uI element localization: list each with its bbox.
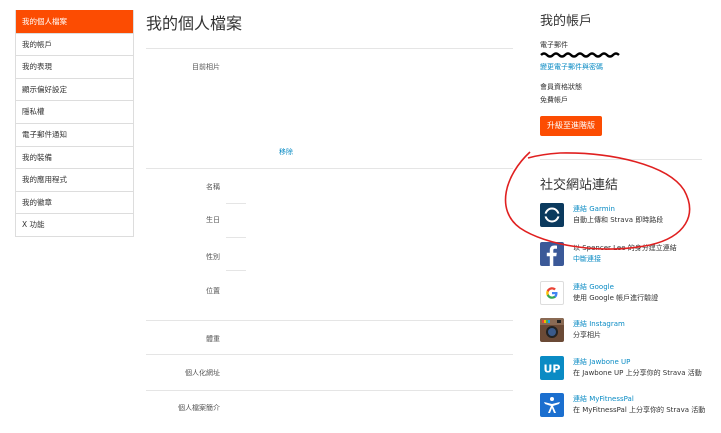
membership-value: 免費帳戶 bbox=[540, 96, 568, 104]
divider bbox=[146, 168, 513, 169]
divider bbox=[146, 320, 513, 321]
social-head[interactable]: 連結 Google bbox=[573, 282, 614, 292]
sidebar-item-apps[interactable]: 我的應用程式 bbox=[16, 168, 133, 191]
sidebar-item-badges[interactable]: 我的徽章 bbox=[16, 190, 133, 214]
social-head[interactable]: 連結 Instagram bbox=[573, 319, 625, 329]
social-connect-jawbone[interactable]: UP 連結 Jawbone UP 在 Jawbone UP 上分享你的 Stra… bbox=[540, 356, 720, 384]
upgrade-button[interactable]: 升級至進階版 bbox=[540, 116, 602, 136]
custom-url-label: 個人化網址 bbox=[185, 369, 220, 377]
gender-label: 性別 bbox=[206, 253, 220, 261]
change-email-password-link[interactable]: 變更電子郵件與密碼 bbox=[540, 62, 603, 72]
divider bbox=[226, 237, 246, 238]
sidebar-item-x-features[interactable]: X 功能 bbox=[16, 213, 133, 236]
sidebar-item-profile[interactable]: 我的個人檔案 bbox=[16, 10, 133, 33]
social-connect-google[interactable]: 連結 Google 使用 Google 帳戶進行驗證 bbox=[540, 281, 720, 309]
social-connect-myfitnesspal[interactable]: 連結 MyFitnessPal 在 MyFitnessPal 上分享你的 Str… bbox=[540, 393, 720, 421]
svg-text:UP: UP bbox=[544, 363, 561, 376]
social-head[interactable]: 連結 Jawbone UP bbox=[573, 357, 630, 367]
sidebar-item-gear[interactable]: 我的裝備 bbox=[16, 145, 133, 169]
social-desc: 分享相片 bbox=[573, 331, 601, 339]
disconnect-link[interactable]: 中斷連接 bbox=[573, 254, 601, 264]
sidebar-item-privacy[interactable]: 隱私權 bbox=[16, 100, 133, 123]
social-head[interactable]: 連結 Garmin bbox=[573, 204, 615, 214]
google-icon bbox=[540, 281, 564, 305]
social-connect-facebook[interactable]: 以 Spencer Lee 的身分建立連結 中斷連接 bbox=[540, 242, 720, 270]
sidebar-item-account[interactable]: 我的帳戶 bbox=[16, 32, 133, 56]
redacted-email bbox=[540, 52, 620, 58]
divider bbox=[226, 203, 246, 204]
instagram-icon bbox=[540, 318, 564, 342]
divider bbox=[146, 390, 513, 391]
location-label: 位置 bbox=[206, 287, 220, 295]
social-head: 以 Spencer Lee 的身分建立連結 bbox=[573, 244, 677, 252]
weight-label: 體重 bbox=[206, 335, 220, 343]
membership-label: 會員資格狀態 bbox=[540, 83, 582, 91]
divider bbox=[540, 159, 702, 160]
bio-label: 個人檔案簡介 bbox=[178, 404, 220, 412]
current-photo-label: 目前相片 bbox=[192, 63, 220, 71]
social-connect-instagram[interactable]: 連結 Instagram 分享相片 bbox=[540, 318, 720, 346]
account-panel: 我的帳戶 電子郵件 變更電子郵件與密碼 會員資格狀態 免費帳戶 升級至進階版 社… bbox=[540, 0, 720, 433]
facebook-icon bbox=[540, 242, 564, 266]
sidebar-item-email-notifications[interactable]: 電子郵件通知 bbox=[16, 122, 133, 146]
divider bbox=[226, 270, 246, 271]
divider bbox=[146, 354, 513, 355]
social-desc: 在 MyFitnessPal 上分享你的 Strava 活動 bbox=[573, 406, 706, 414]
birthday-label: 生日 bbox=[206, 216, 220, 224]
account-title: 我的帳戶 bbox=[540, 14, 593, 29]
name-label: 名稱 bbox=[206, 183, 220, 191]
remove-photo-link[interactable]: 移除 bbox=[279, 147, 293, 157]
social-head[interactable]: 連結 MyFitnessPal bbox=[573, 394, 634, 404]
social-desc: 使用 Google 帳戶進行驗證 bbox=[573, 294, 659, 302]
email-label: 電子郵件 bbox=[540, 41, 568, 49]
myfitnesspal-icon bbox=[540, 393, 564, 417]
social-connect-garmin[interactable]: 連結 Garmin 自動上傳和 Strava 即時路段 bbox=[540, 203, 720, 231]
divider bbox=[146, 48, 513, 49]
sidebar-item-performance[interactable]: 我的表現 bbox=[16, 55, 133, 78]
garmin-icon bbox=[540, 203, 564, 227]
social-desc: 在 Jawbone UP 上分享你的 Strava 活動 bbox=[573, 369, 702, 377]
sidebar-item-display-preferences[interactable]: 顯示偏好設定 bbox=[16, 77, 133, 101]
social-title: 社交網站連結 bbox=[540, 178, 619, 193]
page-title: 我的個人檔案 bbox=[146, 14, 243, 33]
settings-sidebar: 我的個人檔案 我的帳戶 我的表現 顯示偏好設定 隱私權 電子郵件通知 我的裝備 … bbox=[15, 10, 134, 237]
profile-form: 我的個人檔案 目前相片 移除 名稱 生日 性別 位置 體重 個人化網址 個人檔案… bbox=[146, 0, 516, 433]
social-desc: 自動上傳和 Strava 即時路段 bbox=[573, 216, 664, 224]
jawbone-up-icon: UP bbox=[540, 356, 564, 380]
